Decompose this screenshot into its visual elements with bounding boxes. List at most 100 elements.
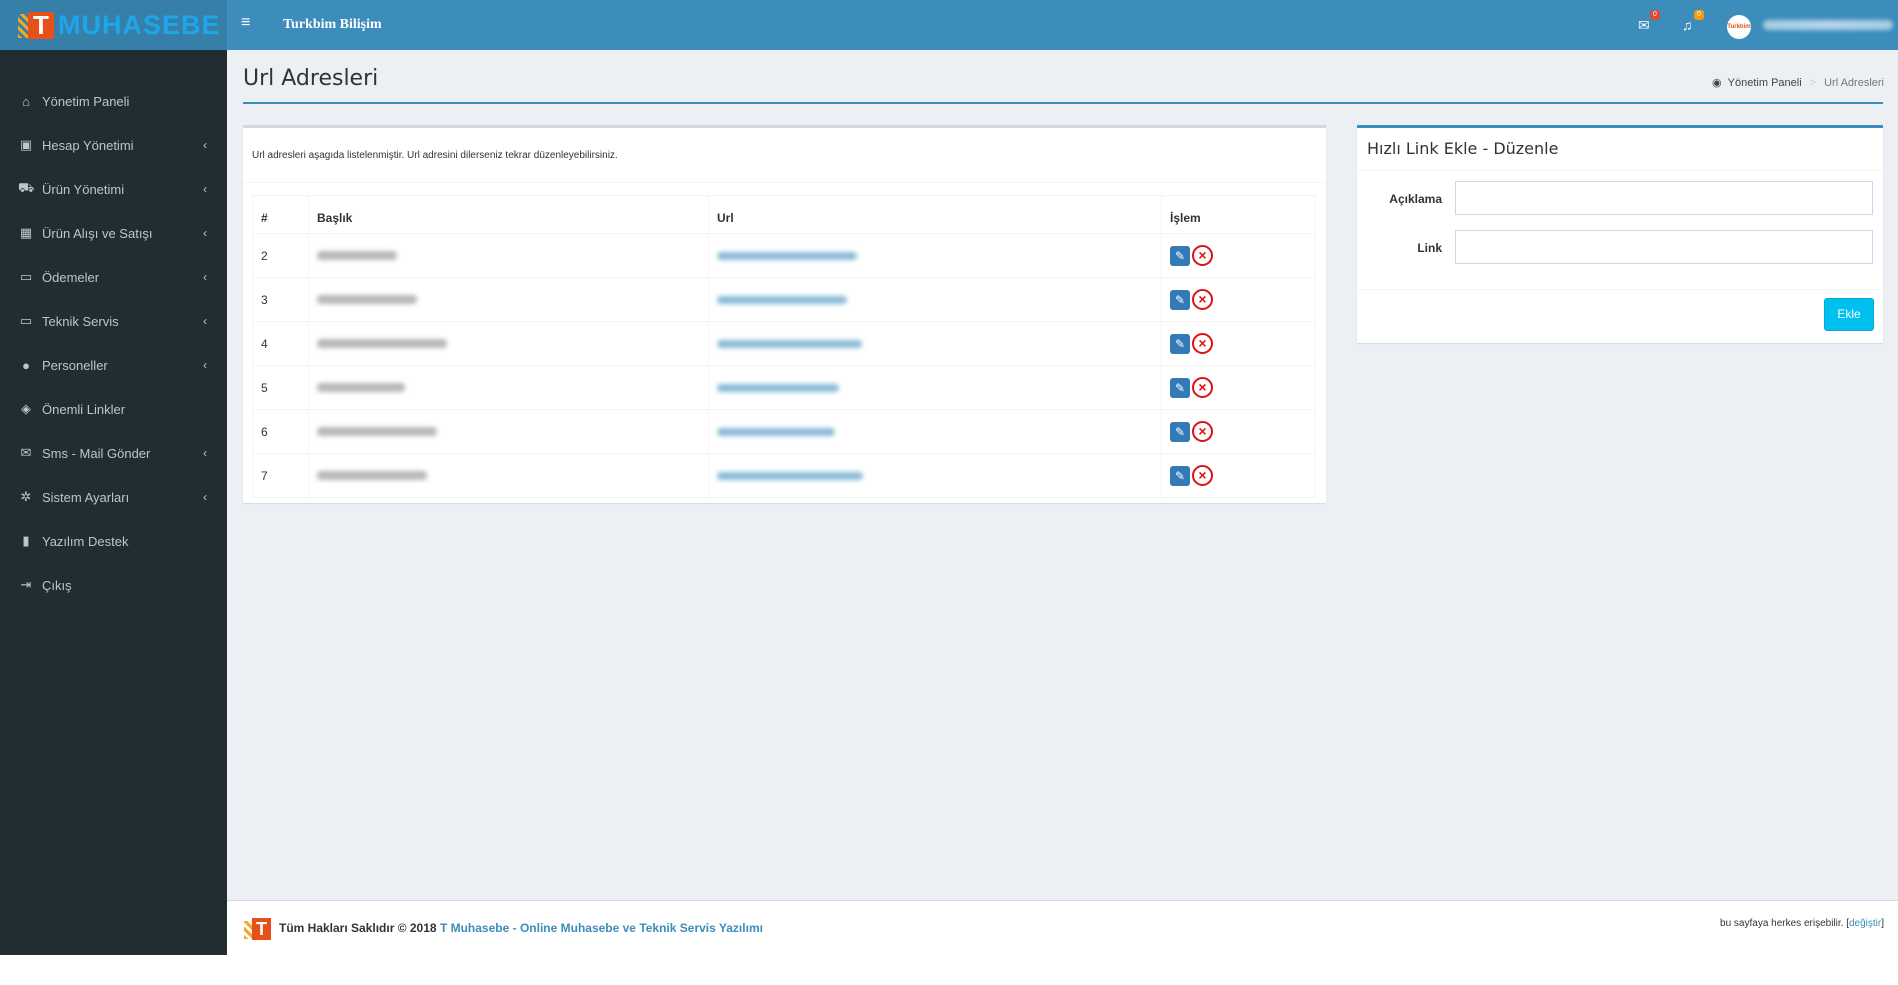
sidebar-item[interactable]: ⇥ Çıkış <box>0 563 227 607</box>
chevron-left-icon: ‹ <box>203 490 207 504</box>
sidebar-item[interactable]: ● Personeller ‹ <box>0 343 227 387</box>
sidebar-item[interactable]: ▭ Teknik Servis ‹ <box>0 299 227 343</box>
row-id: 5 <box>252 365 309 410</box>
delete-button[interactable]: × <box>1192 289 1213 310</box>
pencil-icon: ✎ <box>1174 336 1186 351</box>
link-input[interactable] <box>1455 230 1873 264</box>
row-actions: ✎ × <box>1161 277 1316 322</box>
row-url-blurred[interactable] <box>708 365 1162 410</box>
logo-text: MUHASEBE <box>58 9 221 40</box>
column-header-id: # <box>252 195 309 234</box>
link-label: Link <box>1417 241 1442 255</box>
cart-icon: ⛟ <box>18 180 35 195</box>
row-url-blurred[interactable] <box>708 233 1162 278</box>
sidebar-item[interactable]: ⌂ Yönetim Paneli <box>0 79 227 123</box>
row-url-blurred[interactable] <box>708 277 1162 322</box>
edit-button[interactable]: ✎ <box>1170 245 1190 266</box>
close-icon: × <box>1198 291 1207 307</box>
row-title-blurred <box>308 321 709 366</box>
row-url-blurred[interactable] <box>708 321 1162 366</box>
pencil-icon: ✎ <box>1174 292 1186 307</box>
title-divider <box>243 102 1883 104</box>
row-url-blurred[interactable] <box>708 409 1162 454</box>
divider <box>243 182 1326 183</box>
chevron-left-icon: ‹ <box>203 314 207 328</box>
product-link[interactable]: T Muhasebe - Online Muhasebe ve Teknik S… <box>440 921 763 935</box>
row-title-blurred <box>308 365 709 410</box>
edit-button[interactable]: ✎ <box>1170 377 1190 398</box>
breadcrumb-home[interactable]: Yönetim Paneli <box>1728 77 1802 89</box>
breadcrumb: ◉ Yönetim Paneli > Url Adresleri <box>1712 76 1884 90</box>
row-id: 7 <box>252 453 309 498</box>
close-icon: × <box>1198 423 1207 439</box>
row-actions: ✎ × <box>1161 365 1316 410</box>
add-button[interactable]: Ekle <box>1824 298 1874 331</box>
column-header-url: Url <box>708 195 1162 234</box>
close-icon: × <box>1198 467 1207 483</box>
notifications-button[interactable]: ♫ 0 <box>1682 10 1704 33</box>
table-row: 6 ✎ × <box>252 409 1316 454</box>
close-icon: × <box>1198 379 1207 395</box>
edit-button[interactable]: ✎ <box>1170 465 1190 486</box>
table-header-row: # Başlık Url İşlem <box>252 195 1316 234</box>
envelope-icon: ✉ <box>20 445 32 460</box>
pencil-icon: ✎ <box>1174 380 1186 395</box>
edit-button[interactable]: ✎ <box>1170 289 1190 310</box>
row-title-blurred <box>308 277 709 322</box>
tags-icon: ◈ <box>21 401 31 416</box>
menu-toggle-icon[interactable]: ≡ <box>241 15 255 31</box>
sidebar-item-label: Personeller <box>42 357 108 373</box>
url-list-box: Url adresleri aşagıda listelenmiştir. Ur… <box>243 125 1326 503</box>
avatar[interactable]: Turkbim <box>1727 15 1751 39</box>
top-header: T MUHASEBE ≡ Turkbim Bilişim ✉ 0 ♫ 0 Tur… <box>0 0 1898 50</box>
quick-link-box: Hızlı Link Ekle - Düzenle Açıklama Link … <box>1357 125 1883 343</box>
quick-link-title: Hızlı Link Ekle - Düzenle <box>1367 139 1559 158</box>
sidebar-item[interactable]: ▦ Ürün Alışı ve Satışı ‹ <box>0 211 227 255</box>
messages-button[interactable]: ✉ 0 <box>1638 10 1660 33</box>
dashboard-icon: ◉ <box>1712 77 1722 89</box>
chevron-left-icon: ‹ <box>203 270 207 284</box>
breadcrumb-separator: > <box>1809 76 1817 89</box>
logo-letter: T <box>28 12 54 39</box>
edit-button[interactable]: ✎ <box>1170 333 1190 354</box>
delete-button[interactable]: × <box>1192 333 1213 354</box>
edit-button[interactable]: ✎ <box>1170 421 1190 442</box>
row-url-blurred[interactable] <box>708 453 1162 498</box>
row-id: 6 <box>252 409 309 454</box>
row-actions: ✎ × <box>1161 453 1316 498</box>
chevron-left-icon: ‹ <box>203 446 207 460</box>
table-row: 4 ✎ × <box>252 321 1316 366</box>
money-icon: ▣ <box>19 137 33 152</box>
row-id: 3 <box>252 277 309 322</box>
delete-button[interactable]: × <box>1192 377 1213 398</box>
logo[interactable]: T MUHASEBE <box>0 0 227 50</box>
sign-out-icon: ⇥ <box>20 577 32 592</box>
delete-button[interactable]: × <box>1192 421 1213 442</box>
sidebar-item[interactable]: ◈ Önemli Linkler <box>0 387 227 431</box>
footer: T Tüm Hakları Saklıdır © 2018 T Muhasebe… <box>227 900 1898 955</box>
chevron-left-icon: ‹ <box>203 358 207 372</box>
row-title-blurred <box>308 453 709 498</box>
sidebar-item[interactable]: ✉ Sms - Mail Gönder ‹ <box>0 431 227 475</box>
grid-icon: ▦ <box>19 225 33 240</box>
sidebar-item[interactable]: ▣ Hesap Yönetimi ‹ <box>0 123 227 167</box>
sidebar-item[interactable]: ▭ Ödemeler ‹ <box>0 255 227 299</box>
user-name-blurred[interactable] <box>1763 20 1893 30</box>
breadcrumb-current: Url Adresleri <box>1824 76 1884 89</box>
sidebar-item[interactable]: ⛟ Ürün Yönetimi ‹ <box>0 167 227 211</box>
sidebar-item-label: Hesap Yönetimi <box>42 137 134 153</box>
sidebar-item-label: Sms - Mail Gönder <box>42 445 151 461</box>
copyright-text: Tüm Hakları Saklıdır © 2018 <box>279 921 437 935</box>
change-link[interactable]: değiştir <box>1849 918 1881 929</box>
delete-button[interactable]: × <box>1192 245 1213 266</box>
chevron-left-icon: ‹ <box>203 226 207 240</box>
sidebar-item[interactable]: ▮ Yazılım Destek <box>0 519 227 563</box>
envelope-icon: ✉ <box>1638 17 1650 33</box>
delete-button[interactable]: × <box>1192 465 1213 486</box>
access-close: ] <box>1881 918 1884 929</box>
gear-icon: ✲ <box>20 489 32 504</box>
intro-text: Url adresleri aşagıda listelenmiştir. Ur… <box>252 150 618 161</box>
sidebar-item-label: Yazılım Destek <box>42 533 129 549</box>
description-input[interactable] <box>1455 181 1873 215</box>
sidebar-item[interactable]: ✲ Sistem Ayarları ‹ <box>0 475 227 519</box>
